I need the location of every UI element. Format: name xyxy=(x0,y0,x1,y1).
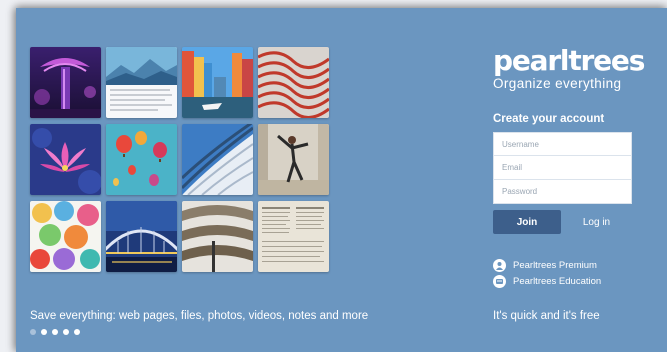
canal-houses-photo[interactable] xyxy=(182,47,253,118)
product-links: Pearltrees Premium Pearltrees Education xyxy=(493,257,601,289)
quick-free-text: It's quick and it's free xyxy=(493,310,600,322)
curved-building-photo[interactable] xyxy=(182,124,253,195)
premium-link[interactable]: Pearltrees Premium xyxy=(493,257,601,273)
slogan: Organize everything xyxy=(493,76,622,91)
carousel-dot[interactable] xyxy=(52,329,58,335)
carousel-dot[interactable] xyxy=(74,329,80,335)
email-field[interactable]: Email xyxy=(493,156,632,180)
hot-air-balloons-photo[interactable] xyxy=(106,124,177,195)
pearltrees-logo: pearltrees xyxy=(493,44,645,77)
image-gallery xyxy=(30,47,329,272)
brand: pearltrees Organize everything xyxy=(493,44,645,92)
carousel-dot[interactable] xyxy=(41,329,47,335)
red-wave-architecture-photo[interactable] xyxy=(258,47,329,118)
password-field[interactable]: Password xyxy=(493,180,632,204)
library-photo[interactable] xyxy=(182,201,253,272)
signup-form: Username Email Password xyxy=(493,132,632,204)
umbrellas-photo[interactable] xyxy=(30,201,101,272)
newspaper-photo[interactable] xyxy=(258,201,329,272)
create-account-heading: Create your account xyxy=(493,113,605,125)
education-icon xyxy=(493,274,506,288)
username-field[interactable]: Username xyxy=(493,132,632,156)
dancer-photo[interactable] xyxy=(258,124,329,195)
mountain-article-photo[interactable] xyxy=(106,47,177,118)
supertree-photo[interactable] xyxy=(30,47,101,118)
premium-icon xyxy=(493,258,506,272)
premium-label: Pearltrees Premium xyxy=(513,259,597,271)
lotus-flower-photo[interactable] xyxy=(30,124,101,195)
carousel-dot[interactable] xyxy=(63,329,69,335)
landing-panel: Save everything: web pages, files, photo… xyxy=(16,8,667,352)
tagline: Save everything: web pages, files, photo… xyxy=(30,310,369,322)
login-link[interactable]: Log in xyxy=(561,217,632,228)
education-label: Pearltrees Education xyxy=(513,275,602,287)
education-link[interactable]: Pearltrees Education xyxy=(493,273,601,289)
carousel-dot[interactable] xyxy=(30,329,36,335)
bridge-night-photo[interactable] xyxy=(106,201,177,272)
auth-buttons: Join Log in xyxy=(493,210,632,234)
carousel-dots xyxy=(30,329,80,335)
join-button[interactable]: Join xyxy=(493,210,561,234)
